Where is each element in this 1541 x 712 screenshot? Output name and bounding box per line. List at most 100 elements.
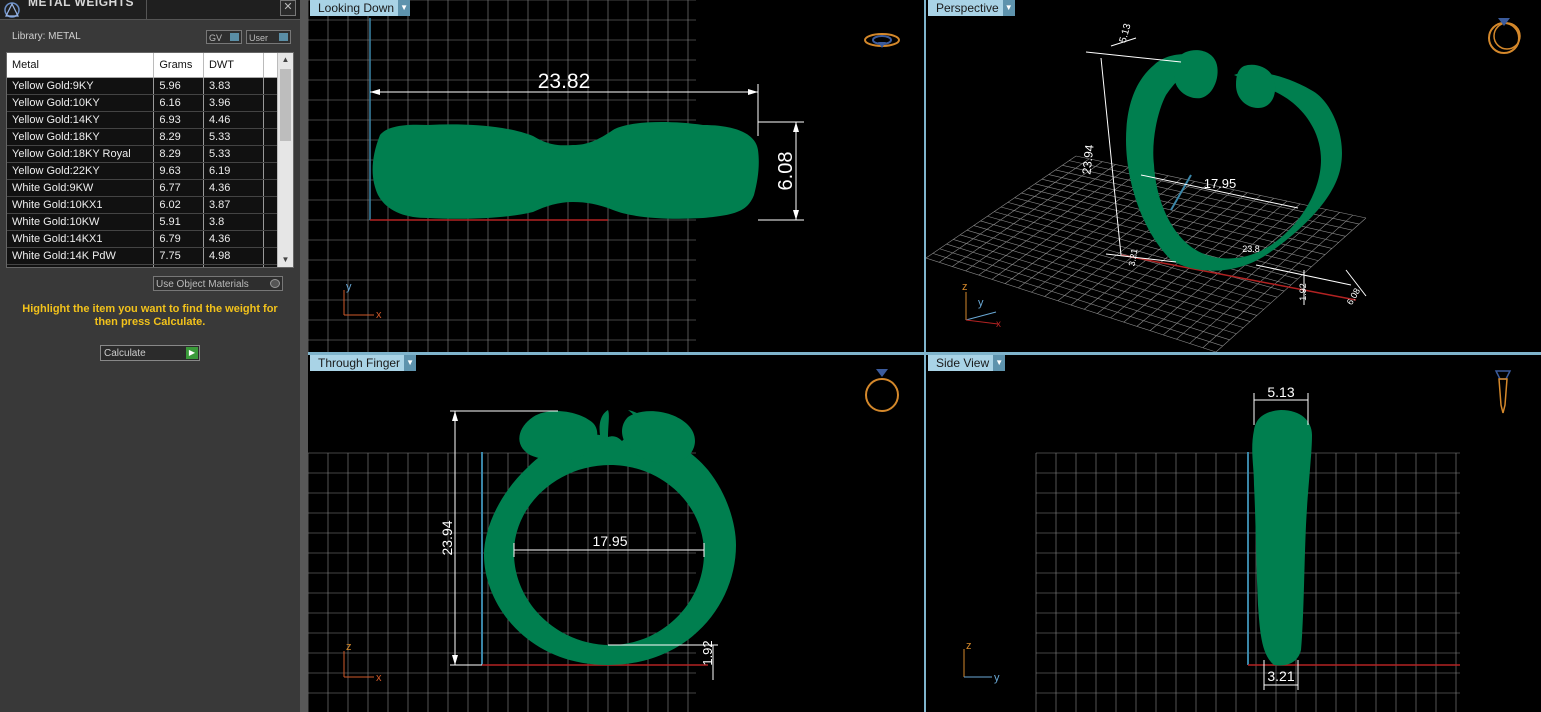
metal-cell: White Gold:10KX1 (7, 196, 155, 214)
metal-cell: White Gold:14K PdW (7, 247, 155, 265)
viewport-label[interactable]: Looking Down ▼ (310, 0, 411, 16)
dwt-cell: 4.36 (203, 179, 264, 197)
ring-perspective-head (1174, 50, 1218, 99)
metal-cell: Yellow Gold:14KY (7, 111, 155, 129)
column-header-grams[interactable]: Grams (153, 53, 204, 78)
scroll-up-icon[interactable]: ▲ (278, 53, 293, 67)
viewport-side-view[interactable]: Side View ▼ 5.13 3.21 z y (926, 355, 1541, 712)
table-row[interactable]: White Gold:10KX1 6.02 3.87 (7, 196, 280, 214)
table-row[interactable]: Yellow Gold:10KY 6.16 3.96 (7, 94, 280, 112)
grams-cell: 5.96 (153, 77, 204, 95)
dimension-inner-label: 17.95 (1204, 176, 1237, 191)
ring-perspective-shape (1126, 54, 1342, 271)
dropdown-arrow-icon[interactable]: ▼ (398, 0, 411, 16)
scroll-down-icon[interactable]: ▼ (278, 253, 293, 267)
scroll-thumb[interactable] (280, 69, 291, 141)
metal-cell: Yellow Gold:10KY (7, 94, 155, 112)
panel-title: METAL WEIGHTS (28, 0, 135, 9)
gv-indicator-icon (230, 33, 239, 41)
panel-splitter[interactable] (300, 0, 308, 712)
table-row[interactable]: White Gold:10KW 5.91 3.8 (7, 213, 280, 231)
table-row[interactable]: White Gold:14K PdW 7.75 4.98 (7, 247, 280, 265)
dimension-top-label: 5.13 (1118, 22, 1134, 44)
grams-cell: 6.79 (153, 230, 204, 248)
calculate-label: Calculate (104, 348, 146, 359)
table-row[interactable]: Yellow Gold:9KY 5.96 3.83 (7, 77, 280, 95)
axis-gizmo-label: z (966, 640, 972, 652)
panel-title-bar: METAL WEIGHTS ✕ (0, 0, 300, 20)
viewport-title: Through Finger (318, 356, 401, 370)
viewport-looking-down[interactable]: Looking Down ▼ 23.82 6.08 y x (308, 0, 924, 352)
table-row[interactable]: Yellow Gold:14KY 6.93 4.46 (7, 111, 280, 129)
use-object-materials-label: Use Object Materials (156, 279, 249, 290)
axis-gizmo-label: z (962, 281, 968, 293)
table-row[interactable]: White Gold:14KX1 6.79 4.36 (7, 230, 280, 248)
view-ring-icon[interactable] (1494, 370, 1512, 414)
dimension-height-label: 23.94 (1079, 144, 1096, 176)
grams-cell: 8.29 (153, 145, 204, 163)
arrow-head-icon (452, 411, 458, 421)
close-button[interactable]: ✕ (280, 0, 296, 16)
user-label: User (249, 33, 269, 43)
dimension-bottom-label: 3.21 (1267, 668, 1294, 684)
dropdown-arrow-icon[interactable]: ▼ (1002, 0, 1015, 16)
view-ring-icon[interactable] (864, 33, 900, 48)
column-header-dwt[interactable]: DWT (203, 53, 264, 78)
use-object-materials-button[interactable]: Use Object Materials (153, 276, 283, 291)
gv-toggle[interactable]: GV (206, 30, 242, 44)
table-row[interactable]: Yellow Gold:22KY 9.63 6.19 (7, 162, 280, 180)
dimension-width-label: 23.82 (538, 70, 591, 93)
metal-cell: Yellow Gold:22KY (7, 162, 155, 180)
viewport-label[interactable]: Perspective ▼ (928, 0, 1015, 16)
axis-gizmo-line (965, 319, 999, 325)
column-header-metal[interactable]: Metal (7, 53, 155, 78)
dimension-height-label: 6.08 (775, 152, 797, 191)
viewport-label[interactable]: Side View ▼ (928, 355, 1006, 371)
axis-gizmo-line (965, 311, 997, 321)
arrow-head-icon (793, 210, 799, 220)
dwt-cell: 4.36 (203, 230, 264, 248)
hint-text: Highlight the item you want to find the … (22, 303, 278, 328)
through-finger-canvas: 23.94 17.95 1.92 z x (308, 369, 899, 712)
view-ring-icon[interactable] (1488, 18, 1521, 54)
axis-gizmo-label: x (996, 319, 1001, 330)
table-row[interactable]: Yellow Gold:18KY Royal 8.29 5.33 (7, 145, 280, 163)
arrow-head-icon (748, 89, 758, 95)
table-scrollbar[interactable]: ▲ ▼ (277, 53, 293, 267)
dimension-top-label: 5.13 (1267, 384, 1294, 400)
dimension-small-label: 3.21 (1127, 248, 1140, 267)
grams-cell: 6.16 (153, 94, 204, 112)
dwt-cell: 5.33 (203, 128, 264, 146)
looking-down-canvas: 23.82 6.08 y x (308, 0, 900, 352)
viewport-perspective[interactable]: Perspective ▼ 23.94 5.13 17.95 1.92 6.08… (926, 0, 1541, 352)
dimension-base-label: 1.92 (700, 640, 715, 665)
calculate-button[interactable]: Calculate ▶ (100, 345, 200, 361)
axis-gizmo-label: x (376, 309, 382, 321)
view-ring-icon[interactable] (865, 369, 899, 412)
dimension-line (1100, 57, 1122, 256)
dimension-inner-label: 17.95 (592, 533, 627, 549)
viewport-label[interactable]: Through Finger ▼ (310, 355, 417, 371)
dwt-cell: 3.87 (203, 196, 264, 214)
ring-perspective-head (1236, 64, 1276, 108)
dropdown-arrow-icon[interactable]: ▼ (404, 355, 417, 371)
grams-cell: 6.93 (153, 111, 204, 129)
axis-gizmo-label: y (346, 281, 352, 293)
table-row[interactable]: White Gold:14KW6.323.97 (7, 264, 280, 267)
app-logo-icon (4, 2, 20, 18)
table-row[interactable]: White Gold:9KW 6.77 4.36 (7, 179, 280, 197)
dwt-cell: 6.19 (203, 162, 264, 180)
grams-cell: 5.91 (153, 213, 204, 231)
dwt-cell: 5.33 (203, 145, 264, 163)
viewport-through-finger[interactable]: Through Finger ▼ 23.94 17.95 1.92 z x (308, 355, 924, 712)
viewport-separator[interactable] (924, 0, 926, 712)
table-row[interactable]: Yellow Gold:18KY 8.29 5.33 (7, 128, 280, 146)
side-view-canvas: 5.13 3.21 z y (963, 370, 1512, 712)
dimension-small-label: 6.08 (1345, 286, 1362, 306)
user-toggle[interactable]: User (246, 30, 291, 44)
metal-cell: Yellow Gold:18KY (7, 128, 155, 146)
arrow-head-icon (452, 655, 458, 665)
arrow-head-icon (793, 122, 799, 132)
dwt-cell: 3.97 (203, 264, 264, 267)
dropdown-arrow-icon[interactable]: ▼ (993, 355, 1006, 371)
